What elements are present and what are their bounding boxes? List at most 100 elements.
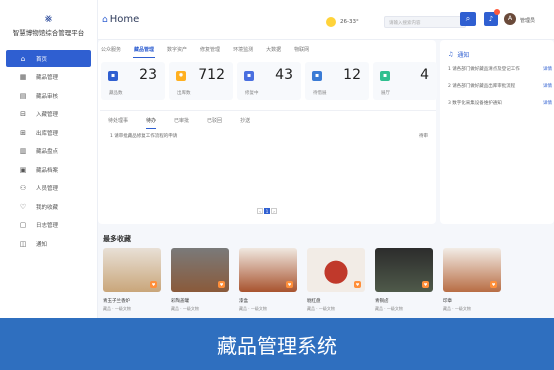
sidebar-item-logs[interactable]: ▢ 日志管理 (6, 217, 91, 234)
tab-rejected[interactable]: 已驳回 (207, 113, 222, 129)
bell-icon: ◫ (19, 239, 27, 248)
notice-text: 1 请各部门做好藏品清点及登记工作 (448, 67, 520, 72)
search-input[interactable]: 请输入搜索内容 (384, 16, 466, 28)
favorite-sub: 藏品 · 一级文物 (375, 306, 403, 311)
tab-big-data[interactable]: 大数据 (265, 42, 282, 58)
page-button[interactable]: 1 (264, 208, 270, 214)
stat-value: 43 (275, 67, 293, 83)
favorite-card[interactable]: ♥ 青玉子兰香炉 藏品 · 一级文物 (103, 248, 161, 320)
home-icon: ⌂ (102, 14, 108, 25)
stat-card-collections[interactable]: ▪ 23 藏品数 (101, 62, 165, 100)
list-item[interactable]: 2 请各部门做好藏品出库审批流程 详情 (448, 83, 552, 89)
favorite-card[interactable]: ♥ 彩陶盖罐 藏品 · 一级文物 (171, 248, 229, 320)
heart-icon[interactable]: ♥ (286, 281, 293, 288)
tab-approved[interactable]: 已审批 (174, 113, 189, 129)
list-item[interactable]: 1 请审批藏品修复工作流程的申请 待审 (110, 133, 428, 139)
box-icon: ▪ (108, 71, 118, 81)
heart-icon[interactable]: ♥ (218, 281, 225, 288)
sidebar-item-export[interactable]: ⊞ 出库管理 (6, 124, 91, 141)
notice-more-link[interactable]: 详情 (543, 66, 552, 72)
tab-restoration[interactable]: 修复管理 (199, 42, 221, 58)
collection-icon: ▦ (19, 73, 27, 81)
tab-iot[interactable]: 物联网 (293, 42, 310, 58)
sidebar-item-archive[interactable]: ▣ 藏品档案 (6, 161, 91, 178)
favorite-name: 青铜卣 (375, 299, 389, 304)
search-icon: ⌕ (465, 14, 471, 23)
weather-widget: 26-33° (326, 17, 359, 27)
tab-pending[interactable]: 待处理事 (108, 113, 128, 129)
tab-public-service[interactable]: 公众服务 (100, 42, 122, 58)
sidebar-item-label: 首页 (36, 56, 48, 63)
notice-more-link[interactable]: 详情 (543, 83, 552, 89)
notification-badge (494, 9, 500, 15)
dashboard-card: 公众服务 藏品管理 数字资产 修复管理 环境监测 大数据 物联网 ▪ 23 藏品… (98, 40, 437, 224)
export-icon: ⊞ (20, 128, 26, 137)
notice-more-link[interactable]: 详情 (543, 100, 552, 106)
sidebar-nav: ⌂ 首页 ▦ 藏品管理 ▤ 藏品审核 ⊟ 入藏管理 ⊞ 出库管理 ▥ 藏品盘点 ▣ 藏品档案 … (0, 50, 97, 252)
page-title-text: Home (109, 14, 140, 25)
artifact-image: ♥ (239, 248, 297, 292)
hall-icon: ▪ (380, 71, 390, 81)
search-button[interactable]: ⌕ (460, 12, 476, 26)
stat-card-loan[interactable]: ▪ 12 待借展 (305, 62, 369, 100)
tab-collection-management[interactable]: 藏品管理 (133, 42, 156, 58)
sidebar-item-store[interactable]: ⊟ 入藏管理 (6, 106, 91, 123)
tab-environment[interactable]: 环境监测 (232, 42, 254, 58)
favorite-name: 漆盒 (239, 299, 248, 304)
sidebar-item-label: 藏品审核 (36, 93, 59, 100)
sun-icon (326, 17, 336, 27)
favorite-card[interactable]: ♥ 印章 藏品 · 一级文物 (443, 248, 501, 320)
avatar[interactable]: A (504, 13, 516, 25)
sidebar: ⨳ 智慧博物馆综合管理平台 ⌂ 首页 ▦ 藏品管理 ▤ 藏品审核 ⊟ 入藏管理 ⊞ 出库管… (0, 0, 98, 370)
tab-cc[interactable]: 抄送 (240, 113, 250, 129)
sidebar-item-users[interactable]: ⚇ 人员管理 (6, 180, 91, 197)
favorite-sub: 藏品 · 一级文物 (103, 306, 131, 311)
favorite-name: 印章 (443, 299, 452, 304)
review-icon: ▤ (19, 91, 27, 100)
heart-icon[interactable]: ♥ (150, 281, 157, 288)
next-page-button[interactable]: › (271, 208, 277, 214)
sidebar-item-label: 藏品档案 (36, 167, 59, 174)
stat-label: 展厅 (381, 91, 390, 96)
notice-text: 2 请各部门做好藏品出库审批流程 (448, 84, 516, 89)
favorite-card[interactable]: ♥ 剔红盘 藏品 · 一级文物 (307, 248, 365, 320)
sidebar-item-home[interactable]: ⌂ 首页 (6, 50, 91, 67)
tab-todo[interactable]: 待办 (146, 113, 157, 129)
page-title: ⌂ Home (102, 14, 139, 25)
artifact-image: ♥ (375, 248, 433, 292)
favorite-card[interactable]: ♥ 青铜卣 藏品 · 一级文物 (375, 248, 433, 320)
sidebar-item-inventory[interactable]: ▥ 藏品盘点 (6, 143, 91, 160)
prev-page-button[interactable]: ‹ (257, 208, 263, 214)
sidebar-item-collection[interactable]: ▦ 藏品管理 (6, 69, 91, 86)
list-item[interactable]: 3 数字化采集设备维护通知 详情 (448, 100, 552, 106)
heart-icon: ♡ (19, 202, 27, 211)
heart-icon[interactable]: ♥ (422, 281, 429, 288)
stat-value: 712 (198, 67, 225, 83)
sidebar-item-notice[interactable]: ◫ 通知 (6, 235, 91, 252)
tab-digital-assets[interactable]: 数字资产 (166, 42, 188, 58)
task-tabs: 待处理事 待办 已审批 已驳回 抄送 (108, 113, 268, 129)
weather-text: 26-33° (340, 19, 359, 25)
sun-icon: ✹ (176, 71, 186, 81)
favorite-card[interactable]: ♥ 漆盒 藏品 · 一级文物 (239, 248, 297, 320)
sidebar-item-label: 通知 (36, 241, 48, 248)
sidebar-item-label: 入藏管理 (36, 112, 59, 118)
list-item[interactable]: 1 请各部门做好藏品清点及登记工作 详情 (448, 66, 552, 72)
stat-label: 待借展 (313, 91, 327, 96)
sidebar-item-favorites[interactable]: ♡ 我的收藏 (6, 198, 91, 215)
favorite-name: 青玉子兰香炉 (103, 299, 130, 304)
stat-value: 4 (420, 67, 429, 83)
list-item-text: 1 请审批藏品修复工作流程的申请 (110, 134, 178, 139)
stat-card-outbound[interactable]: ✹ 712 出库数 (169, 62, 233, 100)
sidebar-item-label: 人员管理 (36, 186, 59, 192)
heart-icon[interactable]: ♥ (354, 281, 361, 288)
favorites-list: ♥ 青玉子兰香炉 藏品 · 一级文物 ♥ 彩陶盖罐 藏品 · 一级文物 ♥ 漆盒… (103, 248, 511, 320)
sidebar-item-review[interactable]: ▤ 藏品审核 (6, 87, 91, 104)
heart-icon[interactable]: ♥ (490, 281, 497, 288)
app-logo: ⨳ 智慧博物馆综合管理平台 (0, 0, 97, 48)
user-name[interactable]: 管理员 (520, 17, 535, 24)
stat-label: 出库数 (177, 91, 191, 96)
stat-card-restoring[interactable]: ▪ 43 修复中 (237, 62, 301, 100)
stat-card-halls[interactable]: ▪ 4 展厅 (373, 62, 437, 100)
favorite-sub: 藏品 · 一级文物 (443, 306, 471, 311)
